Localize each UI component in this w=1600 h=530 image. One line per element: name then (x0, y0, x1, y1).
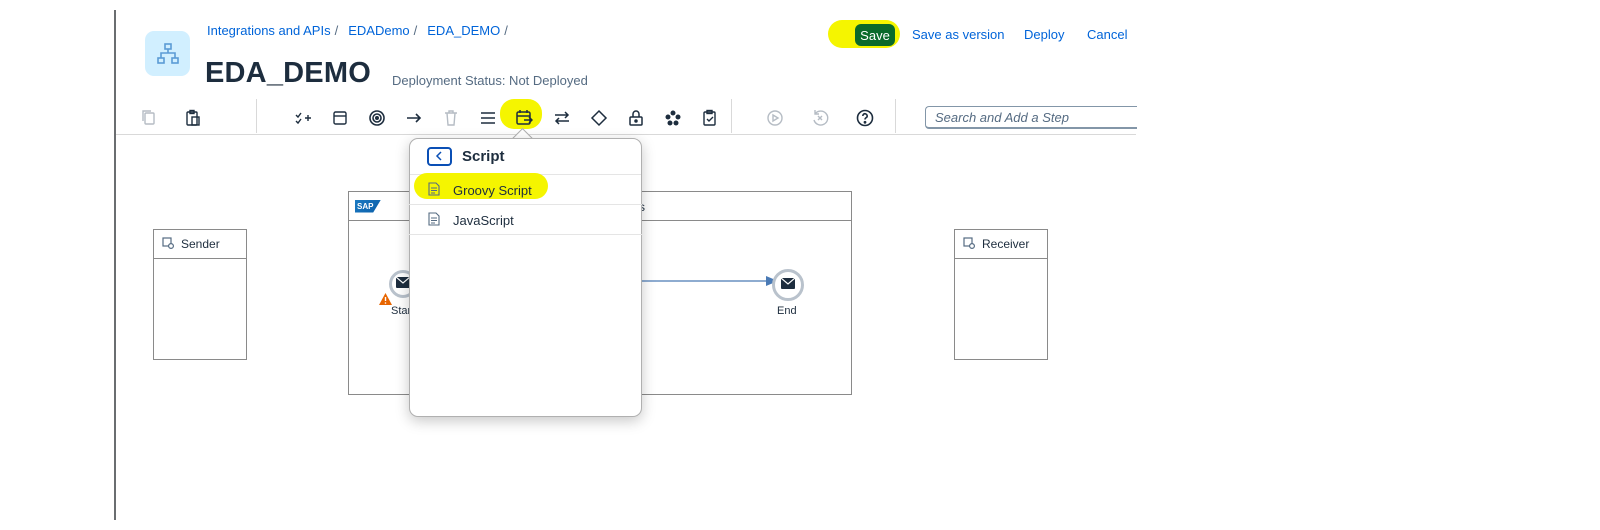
cancel-button[interactable]: Cancel (1087, 27, 1127, 42)
end-event-label: End (777, 305, 797, 317)
receiver-header: Receiver (955, 230, 1047, 259)
sender-header: Sender (154, 230, 246, 259)
transformation-icon[interactable] (512, 106, 536, 130)
breadcrumb-separator: / (334, 23, 339, 38)
script-doc-icon (428, 181, 440, 199)
end-event[interactable] (772, 269, 804, 301)
back-button[interactable] (427, 147, 452, 166)
process-menu-icon[interactable] (476, 106, 500, 130)
popover-title: Script (462, 148, 505, 165)
persistence-icon[interactable] (661, 106, 685, 130)
receiver-participant[interactable]: Receiver (954, 229, 1048, 360)
menu-item-javascript[interactable]: JavaScript (409, 206, 642, 235)
routing-icon[interactable] (587, 106, 611, 130)
breadcrumb-separator: / (504, 23, 508, 38)
copy-icon[interactable] (137, 106, 161, 130)
envelope-icon (780, 276, 796, 294)
popover-header: Script (410, 139, 641, 175)
deploy-button[interactable]: Deploy (1024, 27, 1064, 42)
breadcrumb-item-integrations[interactable]: Integrations and APIs (207, 23, 331, 38)
toolbar-divider (731, 99, 732, 133)
simulation-icon[interactable] (763, 106, 787, 130)
envelope-icon (395, 275, 411, 293)
sender-label: Sender (181, 237, 220, 251)
deployment-status: Deployment Status: Not Deployed (392, 73, 588, 88)
sender-participant[interactable]: Sender (153, 229, 247, 360)
call-icon[interactable] (550, 106, 574, 130)
menu-item-label: JavaScript (453, 212, 514, 228)
sap-logo: SAP (355, 199, 381, 213)
validator-icon[interactable] (698, 106, 722, 130)
participant-icon (162, 236, 175, 252)
help-icon[interactable] (853, 106, 877, 130)
message-flow-connector[interactable] (640, 275, 780, 287)
menu-item-label: Groovy Script (453, 182, 532, 198)
delete-icon[interactable] (439, 106, 463, 130)
integration-flow-icon (145, 31, 190, 76)
breadcrumb: Integrations and APIs / EDADemo / EDA_DEMO… (207, 23, 514, 38)
page-title: EDA_DEMO (205, 57, 371, 89)
toolbar-divider (895, 99, 896, 133)
menu-item-groovy-script[interactable]: Groovy Script (409, 176, 642, 205)
reset-icon[interactable] (808, 106, 832, 130)
breadcrumb-separator: / (413, 23, 418, 38)
search-step-input[interactable]: Search and Add a Step (925, 106, 1137, 129)
script-doc-icon (428, 211, 440, 229)
toolbar-bottom-border (116, 134, 1136, 135)
connector-arrow-icon[interactable] (402, 106, 426, 130)
save-as-version-button[interactable]: Save as version (912, 27, 1005, 42)
participant-icon (963, 236, 976, 252)
breadcrumb-item-eda-demo[interactable]: EDA_DEMO (427, 23, 500, 38)
receiver-label: Receiver (982, 237, 1030, 251)
container-icon[interactable] (328, 106, 352, 130)
save-button[interactable]: Save (855, 24, 895, 46)
participants-icon[interactable] (291, 106, 315, 130)
security-icon[interactable] (624, 106, 648, 130)
event-icon[interactable] (365, 106, 389, 130)
paste-icon[interactable] (181, 106, 205, 130)
breadcrumb-item-edademo[interactable]: EDADemo (348, 23, 409, 38)
left-divider (114, 10, 116, 520)
toolbar-divider (256, 99, 257, 133)
chevron-left-icon (435, 148, 444, 166)
